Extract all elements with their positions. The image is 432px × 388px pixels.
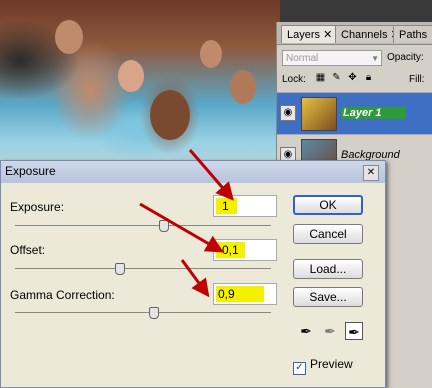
annotation-arrows — [139, 149, 234, 298]
annotation-arrow-exposure — [188, 149, 234, 201]
annotation-arrow-gamma — [180, 259, 210, 298]
annotation-arrow-offset — [139, 202, 224, 253]
